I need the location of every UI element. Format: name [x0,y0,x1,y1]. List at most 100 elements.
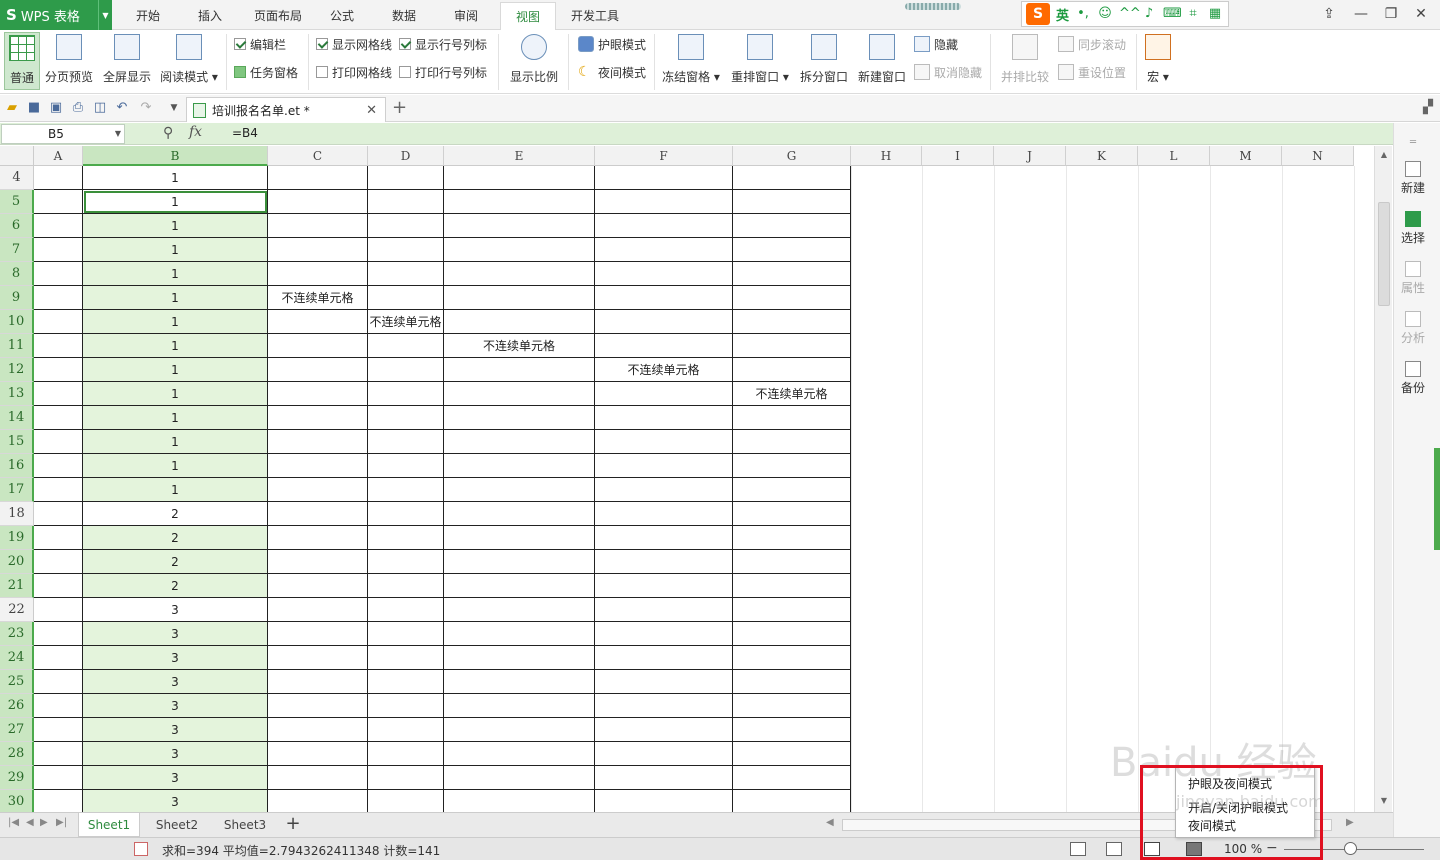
cell-b-7[interactable]: 1 [83,238,268,262]
cell-e-25[interactable] [444,670,595,694]
close-icon[interactable]: ✕ [1406,0,1436,28]
cell-f-7[interactable] [595,238,733,262]
cell-b-13[interactable]: 1 [83,382,268,406]
row-header[interactable]: 5 [0,190,34,214]
row-header[interactable]: 26 [0,694,34,718]
cell-d-12[interactable] [368,358,444,382]
row-header[interactable]: 7 [0,238,34,262]
cell-f-20[interactable] [595,550,733,574]
cell-c-15[interactable] [268,430,368,454]
cell-c-12[interactable] [268,358,368,382]
row-header[interactable]: 19 [0,526,34,550]
cell-a-23[interactable] [34,622,83,646]
cell-d-21[interactable] [368,574,444,598]
menu-item-toggle-eye-protect[interactable]: 开启/关闭护眼模式 [1188,799,1288,816]
cell-g-12[interactable] [733,358,851,382]
full-screen-button[interactable]: 全屏显示 [100,32,154,90]
row-header[interactable]: 22 [0,598,34,622]
cell-a-29[interactable] [34,766,83,790]
cell-a-11[interactable] [34,334,83,358]
print-icon[interactable]: ⎙ [70,101,86,115]
name-box[interactable]: B5 ▼ [1,124,125,144]
cell-c-20[interactable] [268,550,368,574]
save-icon[interactable]: ■ [26,101,42,115]
cell-g-15[interactable] [733,430,851,454]
cell-c-23[interactable] [268,622,368,646]
cell-a-21[interactable] [34,574,83,598]
eye-protect-icon[interactable] [1186,842,1202,856]
next-sheet-icon[interactable]: ▶ [40,817,48,828]
reading-mode-button[interactable]: 阅读模式 ▾ [158,32,220,90]
row-header[interactable]: 16 [0,454,34,478]
panel-edge-handle[interactable] [1434,448,1440,550]
page-break-view-icon[interactable] [1106,842,1122,856]
cell-e-5[interactable] [444,190,595,214]
cell-e-20[interactable] [444,550,595,574]
cell-c-28[interactable] [268,742,368,766]
keyboard-icon[interactable]: ⌨ [1163,6,1182,22]
cell-a-25[interactable] [34,670,83,694]
cell-f-22[interactable] [595,598,733,622]
cell-b-9[interactable]: 1 [83,286,268,310]
column-header-i[interactable]: I [922,146,994,166]
cell-f-29[interactable] [595,766,733,790]
normal-view-button[interactable]: 普通 [4,32,40,90]
cell-a-14[interactable] [34,406,83,430]
cell-c-27[interactable] [268,718,368,742]
cell-b-26[interactable]: 3 [83,694,268,718]
cell-c-14[interactable] [268,406,368,430]
cell-a-13[interactable] [34,382,83,406]
cell-e-18[interactable] [444,502,595,526]
cell-e-21[interactable] [444,574,595,598]
cell-g-21[interactable] [733,574,851,598]
cell-g-22[interactable] [733,598,851,622]
cell-c-17[interactable] [268,478,368,502]
row-header[interactable]: 17 [0,478,34,502]
page-break-preview-button[interactable]: 分页预览 [42,32,96,90]
row-header[interactable]: 13 [0,382,34,406]
cell-b-18[interactable]: 2 [83,502,268,526]
cell-a-30[interactable] [34,790,83,812]
hide-window-button[interactable]: 隐藏 [914,34,958,54]
cell-a-10[interactable] [34,310,83,334]
select-all-corner[interactable] [0,146,34,166]
cell-g-5[interactable] [733,190,851,214]
worksheet-grid[interactable]: ABCDEFGHIJKLMN 4 1 5 1 6 1 7 1 8 1 9 1 不连续单元格 10 1 不连续单… [0,146,1374,812]
chevron-down-icon[interactable]: ▼ [98,0,112,30]
vertical-scrollbar[interactable]: ▲ ▼ [1374,146,1392,812]
cell-f-21[interactable] [595,574,733,598]
cell-e-30[interactable] [444,790,595,812]
cell-d-27[interactable] [368,718,444,742]
cell-d-17[interactable] [368,478,444,502]
cell-c-6[interactable] [268,214,368,238]
cell-g-25[interactable] [733,670,851,694]
normal-view-icon[interactable] [1070,842,1086,856]
cell-g-7[interactable] [733,238,851,262]
cell-b-22[interactable]: 3 [83,598,268,622]
cell-d-22[interactable] [368,598,444,622]
cell-g-17[interactable] [733,478,851,502]
cell-a-5[interactable] [34,190,83,214]
cell-e-17[interactable] [444,478,595,502]
cell-f-17[interactable] [595,478,733,502]
cell-d-18[interactable] [368,502,444,526]
function-icon[interactable]: fx [189,124,202,140]
column-header-f[interactable]: F [595,146,733,166]
cell-f-9[interactable] [595,286,733,310]
scroll-left-icon[interactable]: ◀ [826,817,834,828]
cell-e-27[interactable] [444,718,595,742]
scroll-thumb[interactable] [1378,202,1390,306]
cell-a-28[interactable] [34,742,83,766]
cell-b-4[interactable]: 1 [83,166,268,190]
sheet-tab-sheet3[interactable]: Sheet3 [214,813,276,837]
side-analyze-button[interactable]: 分析 [1394,311,1432,346]
share-icon[interactable]: ⇪ [1314,0,1344,28]
scroll-down-icon[interactable]: ▼ [1375,796,1393,805]
row-header[interactable]: 18 [0,502,34,526]
column-header-h[interactable]: H [851,146,922,166]
cell-f-24[interactable] [595,646,733,670]
cell-g-13[interactable]: 不连续单元格 [733,382,851,406]
cell-f-5[interactable] [595,190,733,214]
cell-f-15[interactable] [595,430,733,454]
cell-d-24[interactable] [368,646,444,670]
